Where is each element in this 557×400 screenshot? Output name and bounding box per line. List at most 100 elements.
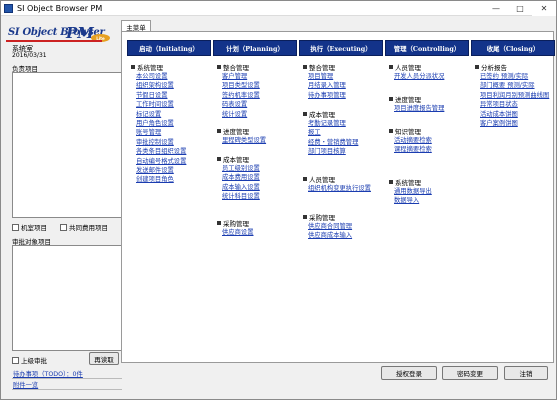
upper-approval-checkbox[interactable]: 上级审批 bbox=[12, 355, 47, 365]
bullet-icon bbox=[389, 65, 393, 69]
group-title: 进度管理 bbox=[217, 126, 266, 136]
group-title: 成本管理 bbox=[303, 109, 358, 119]
menu-link[interactable]: 统计设置 bbox=[217, 110, 260, 119]
bullet-icon bbox=[389, 97, 393, 101]
menu-link[interactable]: 经费・营销费管理 bbox=[303, 138, 358, 147]
menu-link[interactable]: 成本费用设置 bbox=[217, 173, 260, 182]
menu-link[interactable]: 组织架构设置 bbox=[131, 81, 186, 90]
menu-column: 执行（Executing） 整合管理 项目管理 月结录入管理 待办事项管理 成本管理 考勤记… bbox=[299, 40, 383, 239]
menu-link[interactable]: 报工 bbox=[303, 128, 358, 137]
title-bar: SI Object Browser PM — □ ✕ bbox=[1, 1, 556, 16]
app-window: SI Object Browser PM — □ ✕ SI Object Bro… bbox=[0, 0, 557, 400]
menu-link[interactable]: 项目类型设置 bbox=[217, 81, 260, 90]
group-title-text: 分析报告 bbox=[481, 64, 507, 72]
menu-link[interactable]: 开发人员分派状况 bbox=[389, 72, 444, 81]
group-title: 采购管理 bbox=[303, 212, 352, 222]
logout-button[interactable]: 注销 bbox=[504, 366, 548, 380]
bullet-icon bbox=[217, 221, 221, 225]
column-header: 管理（Controlling） bbox=[385, 40, 469, 56]
app-icon bbox=[4, 3, 13, 13]
column-header: 收尾（Closing） bbox=[471, 40, 555, 56]
todo-link[interactable]: 待办事项（TODO）：0件 bbox=[13, 371, 83, 378]
menu-link[interactable]: 标记设置 bbox=[131, 110, 186, 119]
menu-link[interactable]: 已签约 预测/实际 bbox=[475, 72, 549, 81]
projects-list[interactable] bbox=[12, 72, 122, 218]
menu-link[interactable]: 里程碑类型设置 bbox=[217, 136, 266, 145]
bullet-icon bbox=[303, 65, 307, 69]
column-header: 启动（Initiating） bbox=[127, 40, 211, 56]
attachment-link[interactable]: 附件一览 bbox=[13, 382, 38, 389]
menu-link[interactable]: 签约机率设置 bbox=[217, 91, 260, 100]
group-title-text: 人员管理 bbox=[309, 176, 335, 184]
close-icon[interactable]: ✕ bbox=[532, 1, 556, 16]
login-date: 2016/03/31 bbox=[12, 52, 47, 59]
menu-link[interactable]: 组织机构变更执行设置 bbox=[303, 184, 371, 193]
bullet-icon bbox=[303, 112, 307, 116]
menu-column: 收尾（Closing） 分析报告 已签约 预测/实际 部门概要 预测/实际 项目利润月别… bbox=[471, 40, 555, 127]
change-password-button[interactable]: 密码变更 bbox=[442, 366, 498, 380]
menu-link[interactable]: 客户案例饼图 bbox=[475, 119, 549, 128]
menu-link[interactable]: 审批控制设置 bbox=[131, 138, 186, 147]
menu-link[interactable]: 发送邮件设置 bbox=[131, 166, 186, 175]
group-title: 人员管理 bbox=[303, 174, 371, 184]
group-title-text: 进度管理 bbox=[223, 128, 249, 136]
menu-link[interactable]: 统计科目设置 bbox=[217, 192, 260, 201]
menu-link[interactable]: 供应商合同管理 bbox=[303, 222, 352, 231]
menu-link[interactable]: 供应商成本输入 bbox=[303, 231, 352, 240]
bullet-icon bbox=[131, 65, 135, 69]
menu-group: 整合管理 项目管理 月结录入管理 待办事项管理 bbox=[303, 62, 346, 100]
group-title: 人员管理 bbox=[389, 62, 444, 72]
menu-link[interactable]: 数据导入 bbox=[389, 196, 432, 205]
menu-link[interactable]: 用户角色设置 bbox=[131, 119, 186, 128]
login-button[interactable]: 授权登录 bbox=[381, 366, 437, 380]
menu-link[interactable]: 账号管理 bbox=[131, 128, 186, 137]
menu-group: 系统管理 通用数据导出 数据导入 bbox=[389, 177, 432, 206]
review-list[interactable] bbox=[12, 245, 122, 351]
menu-link[interactable]: 节假日设置 bbox=[131, 91, 186, 100]
menu-column: 管理（Controlling） 人员管理 开发人员分派状况进度管理 项目进度报告管理知… bbox=[385, 40, 469, 204]
menu-link[interactable]: 项目利润月别预测曲线图 bbox=[475, 91, 549, 100]
menu-link[interactable]: 本公司设置 bbox=[131, 72, 186, 81]
menu-link[interactable]: 部门项目核算 bbox=[303, 147, 358, 156]
menu-group: 进度管理 项目进度报告管理 bbox=[389, 94, 444, 113]
group-title: 系统管理 bbox=[131, 62, 186, 72]
menu-link[interactable]: 待办事项管理 bbox=[303, 91, 346, 100]
column-header: 计划（Planning） bbox=[213, 40, 297, 56]
menu-link[interactable]: 码表设置 bbox=[217, 100, 260, 109]
maximize-icon[interactable]: □ bbox=[508, 1, 532, 16]
todo-row: 待办事项（TODO）：0件 bbox=[12, 369, 122, 379]
menu-link[interactable]: 各类条目组织设置 bbox=[131, 147, 186, 156]
menu-link[interactable]: 部门概要 预测/实际 bbox=[475, 81, 549, 90]
group-title: 知识管理 bbox=[389, 126, 432, 136]
menu-link[interactable]: 自动编号格式设置 bbox=[131, 157, 186, 166]
menu-link[interactable]: 通用数据导出 bbox=[389, 187, 432, 196]
menu-link[interactable]: 活动成本饼图 bbox=[475, 110, 549, 119]
menu-link[interactable]: 异常项目状态 bbox=[475, 100, 549, 109]
menu-link[interactable]: 创建项目角色 bbox=[131, 175, 186, 184]
menu-link[interactable]: 考勤记录管理 bbox=[303, 119, 358, 128]
menu-link[interactable]: 项目管理 bbox=[303, 72, 346, 81]
menu-link[interactable]: 成本输入设置 bbox=[217, 183, 260, 192]
group-title: 采购管理 bbox=[217, 218, 253, 228]
menu-link[interactable]: 供应商设置 bbox=[217, 228, 253, 237]
menu-link[interactable]: 客户管理 bbox=[217, 72, 260, 81]
menu-link[interactable]: 课程摘要检索 bbox=[389, 145, 432, 154]
group-title: 分析报告 bbox=[475, 62, 549, 72]
menu-group: 进度管理 里程碑类型设置 bbox=[217, 126, 266, 145]
menu-link[interactable]: 项目进度报告管理 bbox=[389, 104, 444, 113]
group-title-text: 整合管理 bbox=[223, 64, 249, 72]
bullet-icon bbox=[217, 157, 221, 161]
personal-projects-checkbox[interactable]: 机室项目 bbox=[12, 222, 47, 232]
bullet-icon bbox=[389, 180, 393, 184]
minimize-icon[interactable]: — bbox=[484, 1, 508, 16]
retrieve-button[interactable]: 再读取 bbox=[89, 352, 119, 365]
menu-link[interactable]: 工作时间设置 bbox=[131, 100, 186, 109]
shared-cost-checkbox[interactable]: 共同费用项目 bbox=[60, 222, 108, 232]
menu-link[interactable]: 活动摘要检索 bbox=[389, 136, 432, 145]
group-title: 整合管理 bbox=[217, 62, 260, 72]
menu-link[interactable]: 员工级别设置 bbox=[217, 164, 260, 173]
menu-group: 知识管理 活动摘要检索 课程摘要检索 bbox=[389, 126, 432, 155]
main-menu-panel: 启动（Initiating） 系统管理 本公司设置 组织架构设置 节假日设置 工作时间设置… bbox=[121, 31, 555, 363]
menu-link[interactable]: 月结录入管理 bbox=[303, 81, 346, 90]
menu-column: 启动（Initiating） 系统管理 本公司设置 组织架构设置 节假日设置 工作时间设置… bbox=[127, 40, 211, 183]
